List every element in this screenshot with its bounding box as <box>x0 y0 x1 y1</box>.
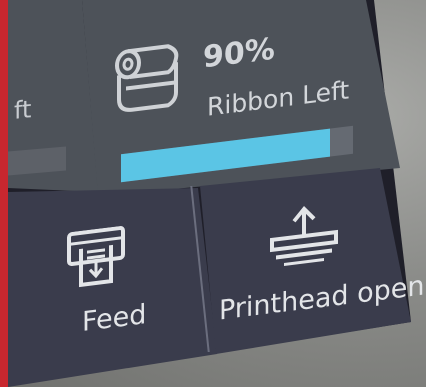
printer-display: ft 90% Ribbon Left Feed Printhead open <box>0 0 426 387</box>
status-strip <box>0 0 8 387</box>
left-tile-progress <box>8 146 66 176</box>
feed-icon <box>67 226 125 288</box>
ribbon-roll-icon <box>115 44 179 112</box>
left-tile-label: ft <box>14 95 32 125</box>
feed-button[interactable] <box>8 188 217 387</box>
printhead-open-icon <box>270 206 338 266</box>
